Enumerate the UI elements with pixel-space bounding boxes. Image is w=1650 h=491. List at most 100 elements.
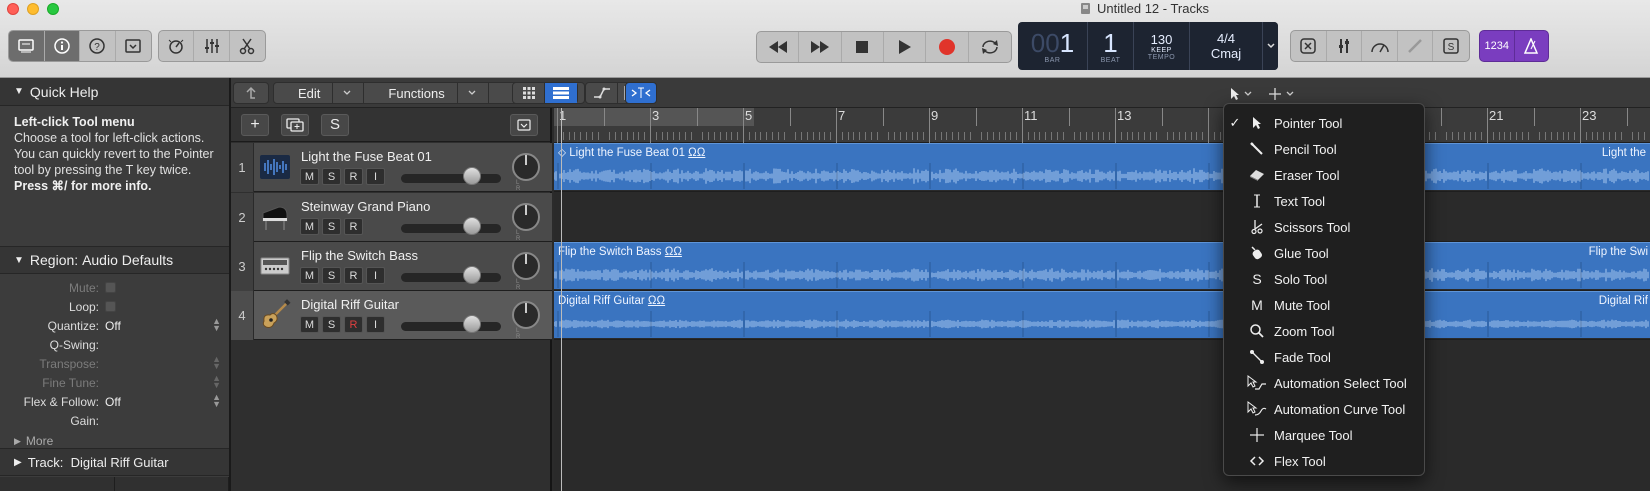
add-track-button[interactable]: +: [241, 113, 269, 136]
record-enable-button[interactable]: R: [344, 218, 363, 235]
tool-menu-item-solo-tool[interactable]: S Solo Tool: [1224, 266, 1424, 292]
volume-fader-knob[interactable]: [463, 315, 481, 333]
stop-button[interactable]: [842, 32, 885, 62]
track-header-3[interactable]: 3 Flip the Switch Bass M S R I L R: [231, 242, 552, 291]
rewind-button[interactable]: [757, 32, 800, 62]
lcd-bar[interactable]: 001 BAR: [1018, 22, 1088, 70]
score-button[interactable]: S: [1433, 31, 1469, 61]
track-name[interactable]: Flip the Switch Bass: [301, 248, 418, 263]
loop-checkbox[interactable]: [105, 301, 116, 312]
track-lane-3[interactable]: Flip the Switch Bass ΩΩ Flip the Swi: [554, 242, 1650, 291]
solo-button[interactable]: S: [322, 316, 341, 333]
track-lane-1[interactable]: ⬦ Light the Fuse Beat 01 ΩΩ Light the: [554, 143, 1650, 192]
track-name[interactable]: Steinway Grand Piano: [301, 199, 430, 214]
tool-menu-item-fade-tool[interactable]: Fade Tool: [1224, 344, 1424, 370]
tool-menu-item-eraser-tool[interactable]: Eraser Tool: [1224, 162, 1424, 188]
count-in-button[interactable]: 1234: [1480, 31, 1514, 61]
tool-menu-item-text-tool[interactable]: Text Tool: [1224, 188, 1424, 214]
mute-button[interactable]: M: [300, 168, 319, 185]
edit-menu[interactable]: Edit: [274, 83, 365, 103]
track-lane-4[interactable]: Digital Riff Guitar ΩΩ Digital Rif: [554, 291, 1650, 340]
pan-knob[interactable]: [512, 252, 540, 280]
catch-button[interactable]: [233, 82, 269, 104]
volume-fader[interactable]: [401, 322, 501, 331]
play-button[interactable]: [884, 32, 927, 62]
functions-menu[interactable]: Functions: [364, 83, 489, 103]
mute-button[interactable]: M: [300, 267, 319, 284]
record-button[interactable]: [926, 32, 969, 62]
tool-menu-item-pencil-tool[interactable]: Pencil Tool: [1224, 136, 1424, 162]
volume-fader-knob[interactable]: [463, 217, 481, 235]
toolbar-button[interactable]: [116, 31, 151, 61]
playhead[interactable]: [561, 108, 562, 491]
close-window-button[interactable]: [7, 3, 19, 15]
new-track-with-duplicate-button[interactable]: [281, 113, 309, 136]
track-name[interactable]: Digital Riff Guitar: [301, 297, 399, 312]
pencil-button[interactable]: [1398, 31, 1434, 61]
lcd-beat[interactable]: 1 BEAT: [1088, 22, 1134, 70]
list-editors-button[interactable]: [1291, 31, 1327, 61]
pan-knob[interactable]: [512, 153, 540, 181]
solo-button[interactable]: S: [322, 267, 341, 284]
mute-button[interactable]: M: [300, 316, 319, 333]
audio-region[interactable]: Flip the Switch Bass ΩΩ Flip the Swi: [554, 242, 1650, 289]
tool-menu-item-glue-tool[interactable]: Glue Tool: [1224, 240, 1424, 266]
minimize-window-button[interactable]: [27, 3, 39, 15]
volume-fader-knob[interactable]: [463, 167, 481, 185]
solo-button[interactable]: S: [322, 168, 341, 185]
metronome-gauge-button[interactable]: [1362, 31, 1398, 61]
lcd-display[interactable]: 001 BAR 1 BEAT 130 KEEP TEMPO 4/4 Cmaj: [1018, 22, 1278, 70]
volume-fader[interactable]: [401, 273, 501, 282]
cycle-button[interactable]: [969, 32, 1011, 62]
quick-help-button[interactable]: ?: [80, 31, 116, 61]
track-header-4[interactable]: 4 Digital Riff Guitar M S R I L R: [231, 291, 552, 340]
tool-menu-item-scissors-tool[interactable]: Scissors Tool: [1224, 214, 1424, 240]
input-monitor-button[interactable]: I: [366, 168, 385, 185]
arrange-area[interactable]: 135791113192123 ⬦ Light the Fuse Beat 01…: [554, 108, 1650, 491]
record-enable-button[interactable]: R: [344, 267, 363, 284]
mixer-button[interactable]: [194, 31, 230, 61]
track-header-1[interactable]: 1 Light the Fuse Beat 01 M S R I L R: [231, 143, 552, 192]
audio-region[interactable]: Digital Riff Guitar ΩΩ Digital Rif: [554, 291, 1650, 338]
smart-controls-button[interactable]: [159, 31, 195, 61]
lcd-tempo[interactable]: 130 KEEP TEMPO: [1134, 22, 1190, 70]
param-flex-follow[interactable]: Flex & Follow: Off ▲ ▼: [0, 392, 229, 411]
input-monitor-button[interactable]: I: [366, 316, 385, 333]
global-solo-button[interactable]: S: [321, 113, 349, 136]
editors-button[interactable]: [230, 31, 265, 61]
tool-menu-item-pointer-tool[interactable]: ✓ Pointer Tool: [1224, 110, 1424, 136]
lcd-signature[interactable]: 4/4 Cmaj: [1190, 22, 1262, 70]
volume-fader[interactable]: [401, 224, 501, 233]
volume-fader[interactable]: [401, 174, 501, 183]
tool-menu-item-mute-tool[interactable]: M Mute Tool: [1224, 292, 1424, 318]
library-button[interactable]: [9, 31, 45, 61]
audio-region[interactable]: ⬦ Light the Fuse Beat 01 ΩΩ Light the: [554, 143, 1650, 190]
tool-menu-item-automation-curve-tool[interactable]: Automation Curve Tool: [1224, 396, 1424, 422]
quick-help-header[interactable]: ▼ Quick Help: [0, 78, 229, 106]
tool-menu-item-flex-tool[interactable]: Flex Tool: [1224, 448, 1424, 474]
mute-button[interactable]: M: [300, 218, 319, 235]
track-name[interactable]: Light the Fuse Beat 01: [301, 149, 432, 164]
metronome-button[interactable]: [1513, 31, 1549, 61]
tool-menu-item-automation-select-tool[interactable]: Automation Select Tool: [1224, 370, 1424, 396]
left-tool-selector[interactable]: [1230, 87, 1252, 101]
track-header-menu-button[interactable]: [510, 113, 538, 136]
automation-button[interactable]: [586, 83, 618, 103]
pan-knob[interactable]: [512, 301, 540, 329]
tool-menu-item-marquee-tool[interactable]: Marquee Tool: [1224, 422, 1424, 448]
param-quantize[interactable]: Quantize: Off ▲ ▼: [0, 316, 229, 335]
lcd-menu-button[interactable]: [1262, 22, 1278, 70]
solo-button[interactable]: S: [322, 218, 341, 235]
catch-playhead-button[interactable]: [625, 82, 657, 104]
tuner-button[interactable]: [1327, 31, 1363, 61]
tracks-view-button[interactable]: [545, 83, 577, 103]
fast-forward-button[interactable]: [799, 32, 842, 62]
mute-checkbox[interactable]: [105, 282, 116, 293]
track-header-2[interactable]: 2 Steinway Grand Piano M S R L R: [231, 193, 552, 242]
zoom-window-button[interactable]: [47, 3, 59, 15]
grid-view-button[interactable]: [513, 83, 545, 103]
track-lane-2[interactable]: [554, 193, 1650, 242]
volume-fader-knob[interactable]: [463, 266, 481, 284]
record-enable-button[interactable]: R: [344, 168, 363, 185]
left-click-tool-menu[interactable]: [1222, 83, 1318, 105]
